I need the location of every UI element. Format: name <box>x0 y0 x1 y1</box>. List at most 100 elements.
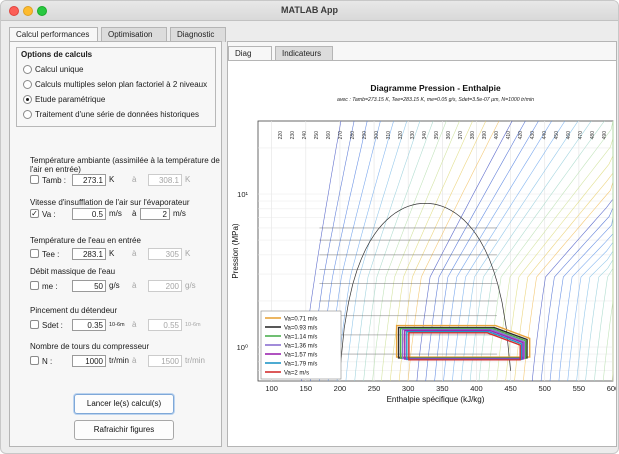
va-checkbox[interactable]: ✓ <box>30 209 39 218</box>
n-name: N : <box>42 357 53 366</box>
sdet-checkbox[interactable] <box>30 320 39 329</box>
n-checkbox[interactable] <box>30 356 39 365</box>
radio-label: Calculs multiples selon plan factoriel à… <box>35 80 208 89</box>
radio-plan-factoriel[interactable]: Calculs multiples selon plan factoriel à… <box>23 79 207 90</box>
va-min-field[interactable]: 0.5 <box>72 208 106 220</box>
x-tick-label: 600 <box>607 384 616 393</box>
radio-button-selected[interactable] <box>23 95 32 104</box>
y-tick-label: 10¹ <box>237 190 248 199</box>
me-min-field[interactable]: 50 <box>72 280 106 292</box>
tee-name: Tee : <box>42 250 60 259</box>
chart-subtitle: avec : Tamb=273.15 K, Tee=283.15 K, me=0… <box>337 97 534 103</box>
isotherm-label: 400 <box>494 131 500 140</box>
radio-label: Calcul unique <box>35 65 84 74</box>
window-title: MATLAB App <box>281 5 338 15</box>
n-min-field[interactable]: 1000 <box>72 355 106 367</box>
isotherm-label: 310 <box>386 131 392 140</box>
radio-button[interactable] <box>23 110 32 119</box>
legend-entry: Va=1.79 m/s <box>284 362 317 368</box>
x-tick-label: 200 <box>334 384 347 393</box>
radio-button[interactable] <box>23 65 32 74</box>
tee-max-field[interactable]: 305 <box>148 248 182 260</box>
tee-min-field[interactable]: 283.1 <box>72 248 106 260</box>
isotherm-label: 220 <box>278 131 284 140</box>
x-tick-label: 450 <box>504 384 517 393</box>
tab-diagnostic[interactable]: Diagnostic <box>170 27 226 42</box>
isotherm-label: 240 <box>302 131 308 140</box>
va-name: Va : <box>42 210 56 219</box>
isotherm-label: 340 <box>422 131 428 140</box>
tamb-min-field[interactable]: 273.1 <box>72 174 106 186</box>
isotherm-label: 260 <box>326 131 332 140</box>
app-window: MATLAB App Calcul performances Optimisat… <box>0 0 619 454</box>
isotherm-label: 290 <box>362 131 368 140</box>
me-to: à <box>132 281 137 290</box>
x-tick-label: 350 <box>436 384 449 393</box>
va-max-field[interactable]: 2 <box>140 208 170 220</box>
x-axis-label: Enthalpie spécifique (kJ/kg) <box>387 395 485 404</box>
tamb-title: Température ambiante (assimilée à la tem… <box>30 156 220 174</box>
isotherm-label: 460 <box>566 131 572 140</box>
radio-button[interactable] <box>23 80 32 89</box>
legend-entry: Va=1.57 m/s <box>284 353 317 359</box>
tamb-name: Tamb : <box>42 176 67 185</box>
tamb-max-field[interactable]: 308.1 <box>148 174 182 186</box>
y-tick-label: 10⁰ <box>237 343 248 352</box>
legend-entry: Va=1.36 m/s <box>284 344 317 350</box>
plot-area: Diagramme Pression - Enthalpie avec : Tam… <box>228 60 618 446</box>
radio-serie-historique[interactable]: Traitement d'une série de données histor… <box>23 109 199 120</box>
tee-unit2: K <box>185 249 191 258</box>
sdet-unit2: 10-6m <box>185 322 201 328</box>
options-title: Options de calculs <box>21 50 93 59</box>
refresh-figures-button[interactable]: Rafraichir figures <box>74 420 174 440</box>
sdet-min-field[interactable]: 0.35 <box>72 319 106 331</box>
isotherm-label: 490 <box>602 131 608 140</box>
me-title: Débit massique de l'eau <box>30 267 116 276</box>
isotherm-label: 470 <box>578 131 584 140</box>
options-group: Options de calculs Calcul unique Calculs… <box>16 47 216 127</box>
isotherm-label: 330 <box>410 131 416 140</box>
x-tick-label: 400 <box>470 384 483 393</box>
n-unit2: tr/min <box>185 356 205 365</box>
n-title: Nombre de tours du compresseur <box>30 342 150 351</box>
sdet-unit: 10-6m <box>109 322 125 328</box>
n-unit: tr/min <box>109 356 129 365</box>
legend-entry: Va=0.93 m/s <box>284 326 317 332</box>
me-checkbox[interactable] <box>30 281 39 290</box>
me-max-field[interactable]: 200 <box>148 280 182 292</box>
chart-title: Diagramme Pression - Enthalpie <box>370 83 501 93</box>
isotherm-label: 390 <box>482 131 488 140</box>
x-tick-label: 550 <box>573 384 586 393</box>
radio-etude-parametrique[interactable]: Etude paramétrique <box>23 94 105 105</box>
isotherm-label: 250 <box>314 131 320 140</box>
me-name: me : <box>42 282 58 291</box>
sdet-to: à <box>132 320 137 329</box>
tee-checkbox[interactable] <box>30 249 39 258</box>
title-bar: MATLAB App <box>1 1 618 21</box>
radio-calcul-unique[interactable]: Calcul unique <box>23 64 83 75</box>
isotherm-label: 410 <box>506 131 512 140</box>
legend-entry: Va=0.71 m/s <box>284 317 317 323</box>
me-unit: g/s <box>109 281 120 290</box>
sdet-max-field[interactable]: 0.55 <box>148 319 182 331</box>
va-unit2: m/s <box>173 209 186 218</box>
n-max-field[interactable]: 1500 <box>148 355 182 367</box>
tab-optimisation[interactable]: Optimisation <box>101 27 167 42</box>
isotherm-label: 370 <box>458 131 464 140</box>
tee-unit: K <box>109 249 115 258</box>
isotherm-label: 320 <box>398 131 404 140</box>
tamb-unit2: K <box>185 175 191 184</box>
tab-indicateurs[interactable]: Indicateurs <box>275 46 333 61</box>
tamb-checkbox[interactable] <box>30 175 39 184</box>
x-tick-label: 100 <box>265 384 278 393</box>
radio-label: Traitement d'une série de données histor… <box>35 110 199 119</box>
legend-entry: Va=2 m/s <box>284 371 309 377</box>
x-tick-label: 250 <box>368 384 381 393</box>
isotherm-label: 230 <box>290 131 296 140</box>
isotherm-label: 300 <box>374 131 380 140</box>
isotherm-label: 450 <box>554 131 560 140</box>
va-title: Vitesse d'insufflation de l'air sur l'év… <box>30 198 190 207</box>
legend-entry: Va=1.14 m/s <box>284 335 317 341</box>
launch-calc-button[interactable]: Lancer le(s) calcul(s) <box>74 394 174 414</box>
va-to: à <box>132 209 137 218</box>
